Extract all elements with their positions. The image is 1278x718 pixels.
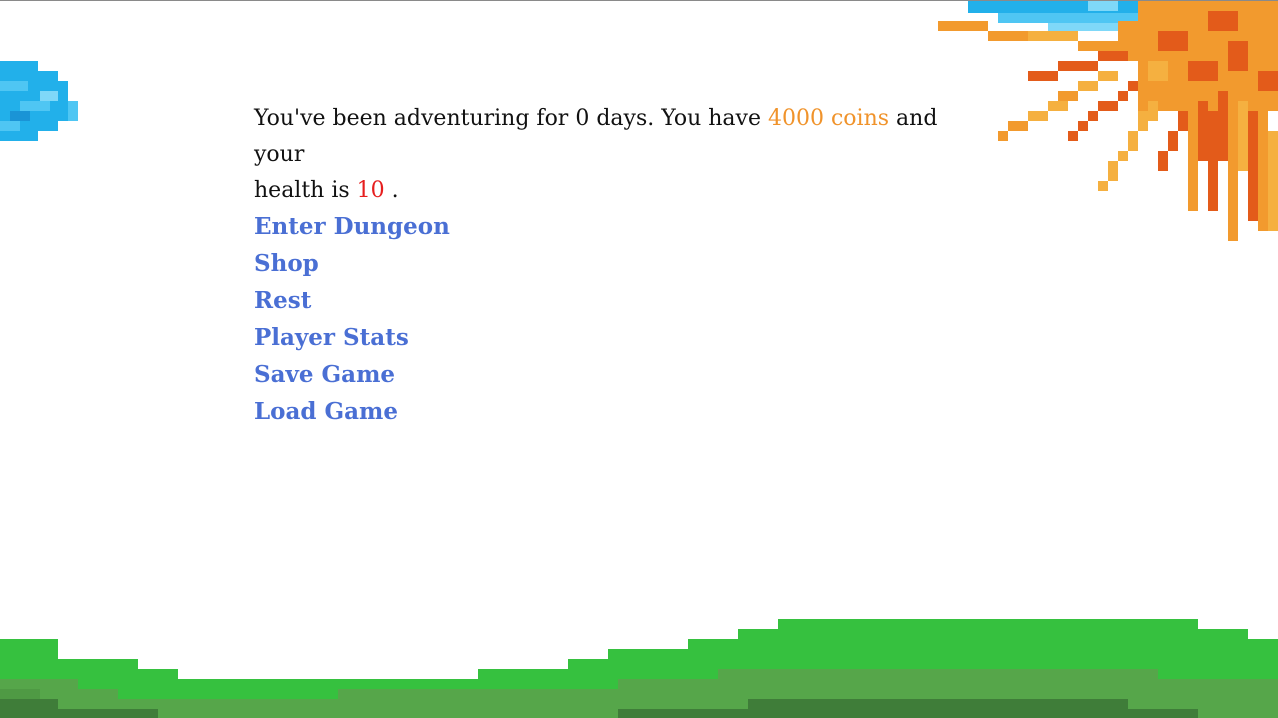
load-game-link[interactable]: Load Game — [254, 398, 398, 425]
menu-item-player-stats: Player Stats — [254, 320, 974, 357]
health-value: 10 — [356, 178, 385, 203]
status-health-is: health is — [254, 178, 350, 203]
status-middle: days. You have — [596, 106, 761, 131]
game-panel: You've been adventuring for 0 days. You … — [254, 101, 974, 431]
save-game-link[interactable]: Save Game — [254, 361, 395, 388]
status-message: You've been adventuring for 0 days. You … — [254, 101, 974, 209]
rest-link[interactable]: Rest — [254, 287, 311, 314]
pixel-hills-icon — [0, 619, 1278, 718]
menu-item-save-game: Save Game — [254, 357, 974, 394]
days-count: 0 — [575, 106, 590, 131]
pixel-sun-icon — [938, 1, 1278, 241]
menu-item-enter-dungeon: Enter Dungeon — [254, 209, 974, 246]
menu-item-load-game: Load Game — [254, 394, 974, 431]
status-prefix: You've been adventuring for — [254, 106, 569, 131]
player-stats-link[interactable]: Player Stats — [254, 324, 409, 351]
pixel-sky-icon — [968, 1, 1208, 31]
pixel-cloud-icon — [0, 61, 78, 141]
status-suffix: . — [391, 178, 399, 203]
menu-item-rest: Rest — [254, 283, 974, 320]
coins-value: 4000 coins — [767, 106, 890, 131]
menu-item-shop: Shop — [254, 246, 974, 283]
enter-dungeon-link[interactable]: Enter Dungeon — [254, 213, 450, 240]
shop-link[interactable]: Shop — [254, 250, 319, 277]
main-menu: Enter Dungeon Shop Rest Player Stats Sav… — [254, 209, 974, 431]
